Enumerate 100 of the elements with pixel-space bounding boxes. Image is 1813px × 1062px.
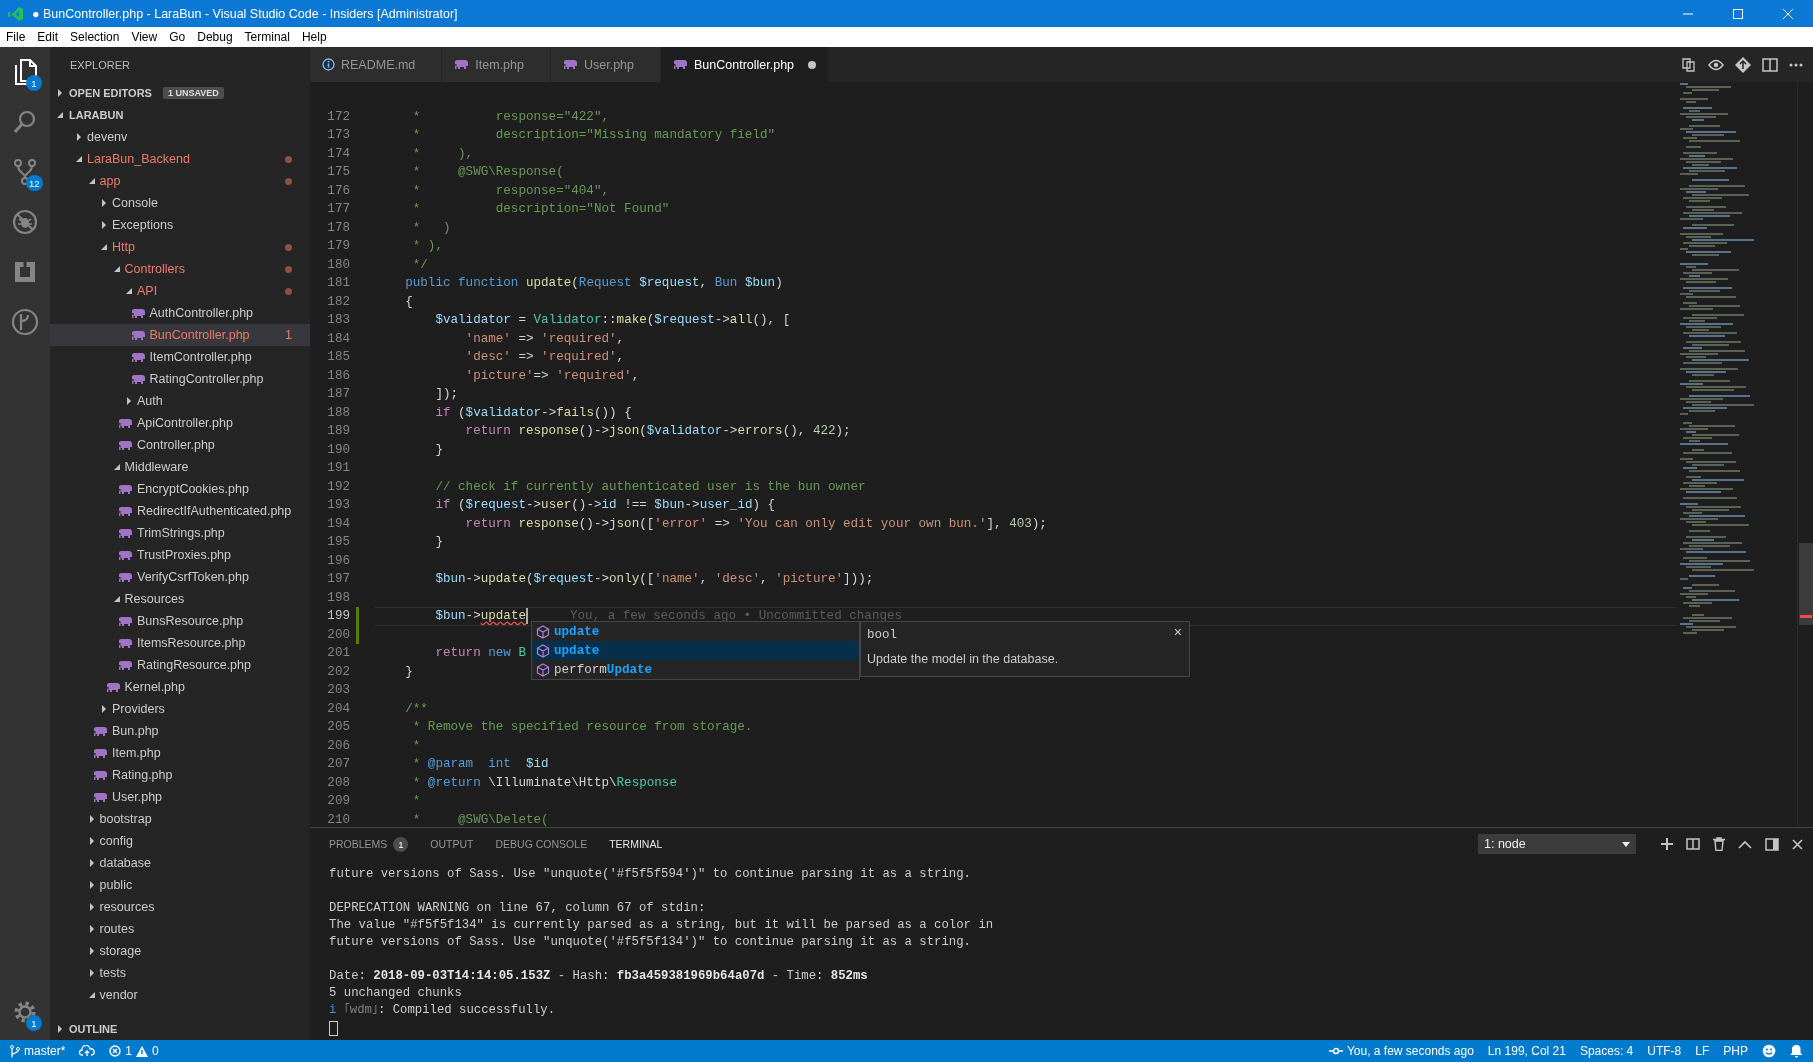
expanded-arrow-icon[interactable]	[87, 991, 96, 999]
tree-item[interactable]: User.php	[50, 786, 310, 808]
split-editor-icon[interactable]	[1762, 57, 1778, 72]
panel-tab[interactable]: DEBUG CONSOLE	[495, 838, 588, 850]
cursor-position[interactable]: Ln 199, Col 21	[1487, 1044, 1566, 1058]
editor-tab[interactable]: BunController.php	[661, 47, 830, 82]
tree-item[interactable]: bootstrap	[50, 808, 310, 830]
close-icon[interactable]	[1792, 838, 1803, 850]
collapsed-arrow-icon[interactable]	[100, 221, 108, 229]
tree-item[interactable]: LaraBun_Backend	[50, 148, 310, 170]
tree-item[interactable]: ItemsResource.php	[50, 632, 310, 654]
tree-item[interactable]: VerifyCsrfToken.php	[50, 566, 310, 588]
expanded-arrow-icon[interactable]	[75, 155, 83, 163]
editor-tab[interactable]: User.php	[550, 47, 661, 82]
collapsed-arrow-icon[interactable]	[100, 705, 108, 713]
tree-item[interactable]: Bun.php	[50, 720, 310, 742]
tree-item[interactable]: Auth	[50, 390, 310, 412]
collapsed-arrow-icon[interactable]	[87, 947, 96, 955]
chevron-up-icon[interactable]	[1738, 839, 1752, 849]
expanded-arrow-icon[interactable]	[56, 111, 64, 119]
collapsed-arrow-icon[interactable]	[87, 903, 96, 911]
menu-item[interactable]: Terminal	[238, 30, 296, 44]
trash-icon[interactable]	[1713, 837, 1725, 851]
collapsed-arrow-icon[interactable]	[87, 859, 96, 867]
suggestion-item[interactable]: update	[532, 641, 859, 660]
branch-status[interactable]: master*	[10, 1044, 66, 1058]
tree-item[interactable]: Rating.php	[50, 764, 310, 786]
scrollbar-thumb[interactable]	[1799, 543, 1813, 625]
tree-item[interactable]: storage	[50, 940, 310, 962]
tree-item[interactable]: tests	[50, 962, 310, 984]
smiley-icon[interactable]	[1762, 1044, 1776, 1058]
diamond-icon[interactable]	[1735, 56, 1751, 73]
tree-item[interactable]: Providers	[50, 698, 310, 720]
indentation-status[interactable]: Spaces: 4	[1579, 1044, 1634, 1058]
collapsed-arrow-icon[interactable]	[75, 133, 83, 141]
tree-item[interactable]: app	[50, 170, 310, 192]
tree-item[interactable]: Controller.php	[50, 434, 310, 456]
tree-item[interactable]: Middleware	[50, 456, 310, 478]
collapsed-arrow-icon[interactable]	[87, 969, 96, 977]
tree-item[interactable]: BunsResource.php	[50, 610, 310, 632]
collapsed-arrow-icon[interactable]	[125, 397, 133, 405]
collapsed-arrow-icon[interactable]	[56, 1025, 64, 1033]
expanded-arrow-icon[interactable]	[112, 463, 121, 471]
tree-item[interactable]: Resources	[50, 588, 310, 610]
tree-item[interactable]: resources	[50, 896, 310, 918]
panel-tab[interactable]: OUTPUT	[430, 838, 474, 850]
tree-item[interactable]: Item.php	[50, 742, 310, 764]
suggestion-item[interactable]: update	[532, 622, 859, 641]
collapsed-arrow-icon[interactable]	[87, 925, 96, 933]
problems-status[interactable]: 1 0	[109, 1044, 159, 1058]
line-ending-status[interactable]: LF	[1695, 1044, 1710, 1058]
collapsed-arrow-icon[interactable]	[56, 89, 64, 97]
maximize-icon[interactable]	[1733, 8, 1743, 19]
menu-item[interactable]: Edit	[31, 30, 65, 44]
tree-item[interactable]: ApiController.php	[50, 412, 310, 434]
tree-item[interactable]: Console	[50, 192, 310, 214]
plus-icon[interactable]	[1661, 838, 1673, 850]
panel-tab[interactable]: PROBLEMS 1	[329, 836, 409, 852]
cloud-upload-icon[interactable]	[79, 1045, 96, 1057]
menu-item[interactable]: File	[0, 30, 32, 44]
expanded-arrow-icon[interactable]	[87, 177, 96, 185]
tree-item[interactable]: AuthController.php	[50, 302, 310, 324]
tree-item[interactable]: public	[50, 874, 310, 896]
expanded-arrow-icon[interactable]	[125, 287, 133, 295]
tree-item[interactable]: config	[50, 830, 310, 852]
blame-status[interactable]: You, a few seconds ago	[1328, 1044, 1474, 1058]
bell-icon[interactable]	[1790, 1044, 1803, 1058]
expanded-arrow-icon[interactable]	[112, 595, 121, 603]
close-button[interactable]: ×	[1173, 624, 1182, 640]
tree-item[interactable]: routes	[50, 918, 310, 940]
menu-item[interactable]: Go	[163, 30, 192, 44]
menu-item[interactable]: Selection	[64, 30, 126, 44]
menu-item[interactable]: Help	[295, 30, 333, 44]
compare-icon[interactable]	[1681, 56, 1697, 73]
tree-item[interactable]: RatingController.php	[50, 368, 310, 390]
panel-tab[interactable]: TERMINAL	[609, 838, 663, 850]
tree-item[interactable]: TrustProxies.php	[50, 544, 310, 566]
tree-item[interactable]: Exceptions	[50, 214, 310, 236]
activity-item[interactable]: 12	[0, 147, 50, 197]
eye-icon[interactable]	[1708, 58, 1724, 71]
menu-item[interactable]: Debug	[191, 30, 239, 44]
collapsed-arrow-icon[interactable]	[87, 815, 96, 823]
editor-tab[interactable]: README.md	[310, 47, 443, 82]
panel-layout-icon[interactable]	[1765, 837, 1779, 851]
tree-item[interactable]: Http	[50, 236, 310, 258]
section-header[interactable]: OPEN EDITORS 1 UNSAVED	[50, 82, 310, 104]
language-status[interactable]: PHP	[1723, 1044, 1748, 1058]
collapsed-arrow-icon[interactable]	[87, 837, 96, 845]
split-icon[interactable]	[1686, 838, 1700, 850]
section-header[interactable]: OUTLINE	[50, 1018, 310, 1040]
tree-item[interactable]: Controllers	[50, 258, 310, 280]
editor-tab[interactable]: Item.php	[442, 47, 551, 82]
tree-item[interactable]: vendor	[50, 984, 310, 1006]
collapsed-arrow-icon[interactable]	[87, 881, 96, 889]
tree-item[interactable]: TrimStrings.php	[50, 522, 310, 544]
menu-item[interactable]: View	[125, 30, 164, 44]
tree-item[interactable]: EncryptCookies.php	[50, 478, 310, 500]
tree-item[interactable]: Kernel.php	[50, 676, 310, 698]
collapsed-arrow-icon[interactable]	[100, 199, 108, 207]
tree-item[interactable]: BunController.php 1	[50, 324, 310, 346]
